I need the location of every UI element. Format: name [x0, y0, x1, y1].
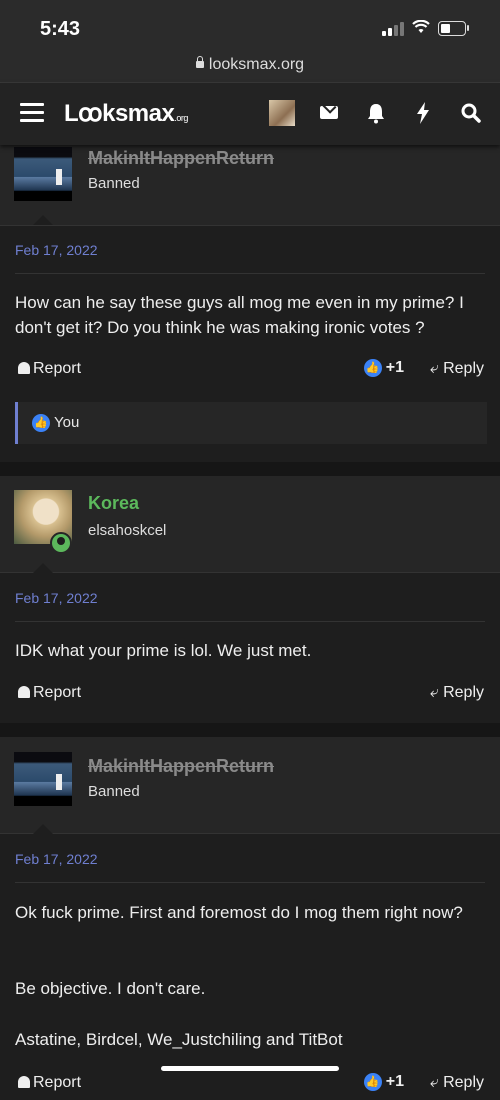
status-icons — [382, 19, 469, 37]
bell-icon — [18, 686, 30, 698]
signal-icon — [382, 21, 404, 36]
thumbs-up-icon: 👍 — [363, 1073, 382, 1091]
report-button[interactable]: Report — [18, 360, 81, 378]
wifi-icon — [412, 19, 430, 37]
envelope-icon[interactable] — [317, 100, 343, 126]
user-title: elsahoskcel — [88, 522, 167, 539]
site-logo[interactable]: Lꝏksmax.org — [64, 99, 188, 128]
reply-label: Reply — [443, 684, 484, 701]
report-label: Report — [33, 684, 82, 701]
post-body: Feb 17, 2022 IDK what your prime is lol.… — [0, 573, 500, 723]
account-avatar[interactable] — [269, 100, 295, 126]
user-title: Banned — [88, 783, 140, 800]
like-count[interactable]: 👍 +1 — [363, 359, 404, 377]
lock-icon — [195, 56, 204, 69]
bell-icon[interactable] — [363, 100, 389, 126]
report-button[interactable]: Report — [18, 1074, 81, 1092]
post-body: Feb 17, 2022 Ok fuck prime. First and fo… — [0, 834, 500, 1091]
logo-text: Lꝏksmax — [64, 100, 175, 127]
status-time: 5:43 — [40, 18, 81, 40]
logo-suffix: .org — [174, 113, 188, 123]
post-actions: Report 👍 +1 ⤶ Reply — [0, 1070, 500, 1100]
reply-arrow-icon: ⤶ — [429, 684, 444, 701]
avatar[interactable] — [14, 752, 72, 806]
reply-label: Reply — [443, 360, 484, 377]
post-author-block: MakinItHappenReturn Banned — [0, 145, 500, 226]
status-bar: 5:43 — [0, 0, 500, 50]
username[interactable]: Korea — [88, 493, 139, 514]
username[interactable]: MakinItHappenReturn — [88, 756, 274, 777]
reply-arrow-icon: ⤶ — [429, 360, 444, 377]
post-actions: Report ⤶ Reply — [0, 680, 500, 710]
post-message: How can he say these guys all mog me eve… — [15, 293, 464, 337]
reactions-bar[interactable]: 👍 You — [15, 402, 487, 444]
reply-button[interactable]: ⤶ Reply — [430, 1074, 484, 1092]
online-status-icon — [50, 532, 72, 554]
reply-button[interactable]: ⤶ Reply — [430, 684, 484, 702]
post-date[interactable]: Feb 17, 2022 — [15, 590, 98, 606]
bell-icon — [18, 1076, 30, 1088]
report-label: Report — [33, 360, 82, 377]
post-message-line: Be objective. I don't care. — [15, 979, 206, 998]
url-text: looksmax.org — [208, 56, 305, 73]
battery-icon — [438, 21, 469, 36]
site-header: Lꝏksmax.org — [0, 83, 500, 145]
like-count-value: +1 — [385, 1073, 404, 1090]
post-date[interactable]: Feb 17, 2022 — [15, 851, 98, 867]
reactions-label: You — [54, 414, 80, 431]
bolt-icon[interactable] — [410, 100, 436, 126]
post-author-block: MakinItHappenReturn Banned — [0, 737, 500, 834]
browser-url-bar[interactable]: looksmax.org — [0, 50, 500, 83]
username[interactable]: MakinItHappenReturn — [88, 148, 274, 169]
report-button[interactable]: Report — [18, 684, 81, 702]
thumbs-up-icon: 👍 — [363, 359, 382, 377]
like-count-value: +1 — [385, 359, 404, 376]
hamburger-icon[interactable] — [20, 103, 44, 123]
bell-icon — [18, 362, 30, 374]
like-count[interactable]: 👍 +1 — [363, 1073, 404, 1091]
post-message-line: Ok fuck prime. First and foremost do I m… — [15, 903, 463, 922]
home-indicator[interactable] — [161, 1066, 339, 1071]
post-author-block: Korea elsahoskcel — [0, 476, 500, 573]
user-title: Banned — [88, 175, 140, 192]
post-message: IDK what your prime is lol. We just met. — [15, 641, 312, 660]
post-message-line: Astatine, Birdcel, We_Justchiling and Ti… — [15, 1030, 343, 1049]
post-body: Feb 17, 2022 How can he say these guys a… — [0, 226, 500, 460]
thumbs-up-icon: 👍 — [32, 414, 50, 432]
search-icon[interactable] — [458, 100, 484, 126]
post-date[interactable]: Feb 17, 2022 — [15, 242, 98, 258]
avatar[interactable] — [14, 147, 72, 201]
post-actions: Report 👍 +1 ⤶ Reply — [0, 356, 500, 386]
reply-button[interactable]: ⤶ Reply — [430, 360, 484, 378]
